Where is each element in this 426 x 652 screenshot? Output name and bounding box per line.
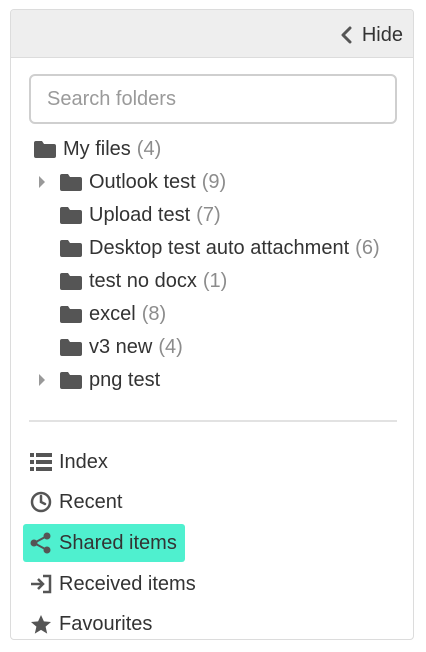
folder-icon xyxy=(59,371,83,390)
tree-item-excel[interactable]: excel (8) xyxy=(59,299,166,329)
list-icon xyxy=(29,452,53,472)
tree-item-desktop-test[interactable]: Desktop test auto attachment (6) xyxy=(59,233,380,263)
tree-item-v3-new[interactable]: v3 new (4) xyxy=(59,332,183,362)
folder-icon xyxy=(59,239,83,258)
tree-label: test no docx xyxy=(89,269,197,292)
tree-label: excel xyxy=(89,302,136,325)
folder-icon xyxy=(59,173,83,192)
tree-label: My files xyxy=(63,137,131,160)
folder-icon xyxy=(59,272,83,291)
tree-count: (4) xyxy=(158,335,183,358)
caret-right-icon[interactable] xyxy=(37,175,51,189)
tree-count: (7) xyxy=(196,203,221,226)
share-icon xyxy=(29,532,53,554)
nav-label: Received items xyxy=(59,572,196,595)
tree-count: (4) xyxy=(136,137,162,160)
divider xyxy=(29,420,397,422)
star-icon xyxy=(29,614,53,635)
nav-label: Recent xyxy=(59,490,123,513)
tree-label: Desktop test auto attachment xyxy=(89,236,350,259)
folder-icon xyxy=(59,305,83,324)
clock-icon xyxy=(29,491,53,513)
tree-root-my-files[interactable]: My files (4) xyxy=(33,134,161,164)
tree-item-outlook-test[interactable]: Outlook test (9) xyxy=(37,167,226,197)
tree-count: (9) xyxy=(201,170,227,193)
nav-item-favourites[interactable]: Favourites xyxy=(23,605,158,639)
folder-icon xyxy=(59,338,83,357)
search-folders-input[interactable] xyxy=(29,74,397,124)
tree-count: (8) xyxy=(141,302,167,325)
tree-item-test-no-docx[interactable]: test no docx (1) xyxy=(59,266,227,296)
caret-right-icon[interactable] xyxy=(37,373,51,387)
tree-label: Outlook test xyxy=(89,170,196,193)
sign-in-icon xyxy=(29,574,53,594)
tree-item-upload-test[interactable]: Upload test (7) xyxy=(59,200,221,230)
nav-item-index[interactable]: Index xyxy=(23,443,114,481)
tree-label: v3 new xyxy=(89,335,153,358)
nav-label: Favourites xyxy=(59,612,153,635)
folder-icon xyxy=(59,206,83,225)
tree-item-png-test[interactable]: png test xyxy=(37,365,166,395)
tree-count: (1) xyxy=(202,269,228,292)
nav-label: Index xyxy=(59,450,108,473)
chevron-left-icon xyxy=(341,26,352,44)
folder-panel: Hide My files (4) Outlook test (9) Uploa… xyxy=(10,9,414,640)
panel-header: Hide xyxy=(11,10,413,58)
tree-count: (6) xyxy=(355,236,380,259)
nav-item-shared-items[interactable]: Shared items xyxy=(23,524,185,562)
tree-label: png test xyxy=(89,368,161,391)
hide-button[interactable]: Hide xyxy=(340,22,403,48)
hide-label: Hide xyxy=(361,23,403,46)
tree-label: Upload test xyxy=(89,203,191,226)
nav-label: Shared items xyxy=(59,531,177,554)
folder-icon xyxy=(33,140,57,159)
nav-item-recent[interactable]: Recent xyxy=(23,483,128,521)
nav-item-received-items[interactable]: Received items xyxy=(23,565,202,603)
